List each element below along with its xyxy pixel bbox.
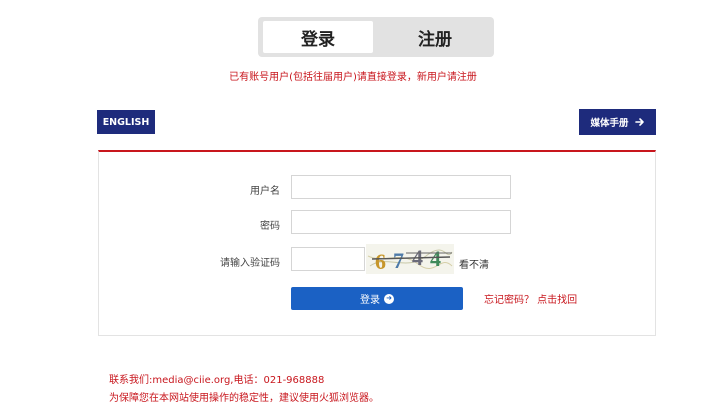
forgot-password-link[interactable]: 忘记密码？ 点击找回 [484,291,577,306]
captcha-input[interactable] [291,247,365,271]
auth-tabs: 登录 注册 [258,17,494,57]
media-handbook-button[interactable]: 媒体手册 [579,109,656,135]
login-button-label: 登录 [360,295,380,306]
login-notice: 已有账号用户(包括往届用户)请直接登录，新用户请注册 [229,72,477,83]
password-input[interactable] [291,210,511,234]
username-label: 用户名 [250,186,280,197]
username-input[interactable] [291,175,511,199]
arrow-circle-right-icon: ➜ [384,293,394,304]
captcha-char-1: 6 [375,249,386,274]
captcha-char-2: 7 [393,248,404,273]
captcha-char-4: 4 [430,246,441,271]
english-button[interactable]: ENGLISH [97,110,155,134]
password-label: 密码 [260,221,280,232]
tab-login[interactable]: 登录 [263,21,373,53]
tab-register[interactable]: 注册 [380,21,490,53]
captcha-image[interactable]: 6 7 4 4 [366,244,454,274]
contact-info: 联系我们:media@ciie.org,电话：021-968888 [109,375,325,386]
captcha-label: 请输入验证码 [220,258,280,269]
login-button[interactable]: 登录 ➜ [291,287,463,310]
media-handbook-label: 媒体手册 [590,118,629,129]
browser-tip: 为保障您在本网站使用操作的稳定性，建议使用火狐浏览器。 [109,393,379,404]
captcha-refresh-link[interactable]: 看不清 [459,256,489,271]
arrow-right-icon [634,118,644,126]
